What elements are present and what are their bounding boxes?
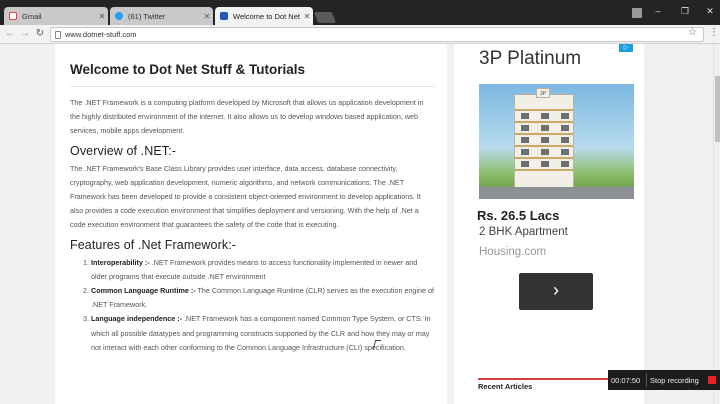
- recent-articles-heading: Recent Articles: [478, 382, 533, 391]
- features-heading: Features of .Net Framework:-: [70, 237, 237, 252]
- building-image: [514, 94, 574, 192]
- adchoices-icon[interactable]: ▷: [619, 44, 633, 52]
- feature-term: Interoperability :-: [91, 257, 150, 267]
- page-scrollbar[interactable]: [713, 44, 720, 404]
- tab-gmail[interactable]: Gmail ✕: [4, 7, 108, 25]
- divider: [70, 86, 435, 87]
- reload-icon[interactable]: ↻: [33, 27, 47, 41]
- close-icon[interactable]: ✕: [201, 12, 213, 21]
- forward-icon[interactable]: →: [18, 27, 32, 41]
- ad-domain[interactable]: Housing.com: [479, 246, 546, 258]
- menu-icon[interactable]: ⋮: [709, 27, 719, 38]
- close-icon[interactable]: ✕: [96, 12, 108, 21]
- recording-overlay: 00:07:50 Stop recording: [608, 370, 720, 390]
- minimize-icon[interactable]: –: [648, 4, 668, 18]
- profile-icon[interactable]: [632, 8, 642, 18]
- overview-paragraph: The .NET Framework's Base Class Library …: [70, 163, 421, 230]
- overview-heading: Overview of .NET:-: [70, 143, 176, 158]
- dotnetstuff-icon: [220, 12, 228, 20]
- bookmark-star-icon[interactable]: ☆: [688, 27, 697, 38]
- url-text: www.dotnet-stuff.com: [65, 30, 137, 39]
- maximize-icon[interactable]: ❐: [675, 4, 695, 18]
- tab-label: (61) Twitter: [128, 11, 166, 21]
- close-icon[interactable]: ✕: [301, 12, 313, 21]
- tab-label: Welcome to Dot Net Stu: [233, 11, 301, 21]
- ad-image[interactable]: 3P: [479, 84, 634, 199]
- page-icon: [55, 31, 61, 39]
- ad-price[interactable]: Rs. 26.5 Lacs: [477, 208, 559, 223]
- back-icon[interactable]: ←: [3, 27, 17, 41]
- stop-recording-button[interactable]: Stop recording: [650, 376, 708, 385]
- page-content: Welcome to Dot Net Stuff & Tutorials The…: [0, 44, 713, 404]
- feature-term: Language independence :-: [91, 314, 183, 324]
- ad-next-button[interactable]: ›: [519, 273, 593, 310]
- page-title: Welcome to Dot Net Stuff & Tutorials: [70, 62, 306, 77]
- tab-twitter[interactable]: (61) Twitter ✕: [110, 7, 213, 25]
- building-sign: 3P: [536, 88, 550, 98]
- list-item: Interoperability :- .NET Framework provi…: [91, 256, 435, 284]
- tab-strip: Gmail ✕ (61) Twitter ✕ Welcome to Dot Ne…: [0, 0, 720, 25]
- advertisement[interactable]: ▷ 3P Platinum 3P Rs. 26.5 Lacs 2 BHK Apa…: [454, 44, 644, 404]
- feature-term: Common Language Runtime :-: [91, 286, 196, 296]
- tab-label: Gmail: [22, 11, 42, 21]
- intro-paragraph: The .NET Framework is a computing platfo…: [70, 98, 424, 136]
- recording-timer: 00:07:50: [611, 375, 641, 385]
- address-bar[interactable]: www.dotnet-stuff.com: [50, 27, 704, 42]
- ground: [479, 187, 634, 199]
- list-item: Common Language Runtime :- The Common La…: [91, 284, 435, 312]
- window-close-icon[interactable]: ✕: [700, 4, 720, 18]
- chevron-right-icon: ›: [553, 280, 559, 300]
- ad-title[interactable]: 3P Platinum: [479, 48, 581, 70]
- scrollbar-thumb[interactable]: [715, 76, 720, 142]
- new-tab-button[interactable]: [313, 12, 337, 23]
- divider: [646, 373, 647, 387]
- browser-toolbar: ← → ↻ www.dotnet-stuff.com ☆ ⋮: [0, 25, 720, 44]
- record-icon[interactable]: [708, 376, 716, 384]
- article: Welcome to Dot Net Stuff & Tutorials The…: [55, 44, 447, 404]
- google-icon: [9, 12, 17, 20]
- list-item: Language independence :- .NET Framework …: [91, 312, 435, 355]
- tab-dotnet-stuff[interactable]: Welcome to Dot Net Stu ✕: [215, 7, 313, 25]
- twitter-icon: [115, 12, 123, 20]
- ad-subtitle[interactable]: 2 BHK Apartment: [479, 226, 568, 238]
